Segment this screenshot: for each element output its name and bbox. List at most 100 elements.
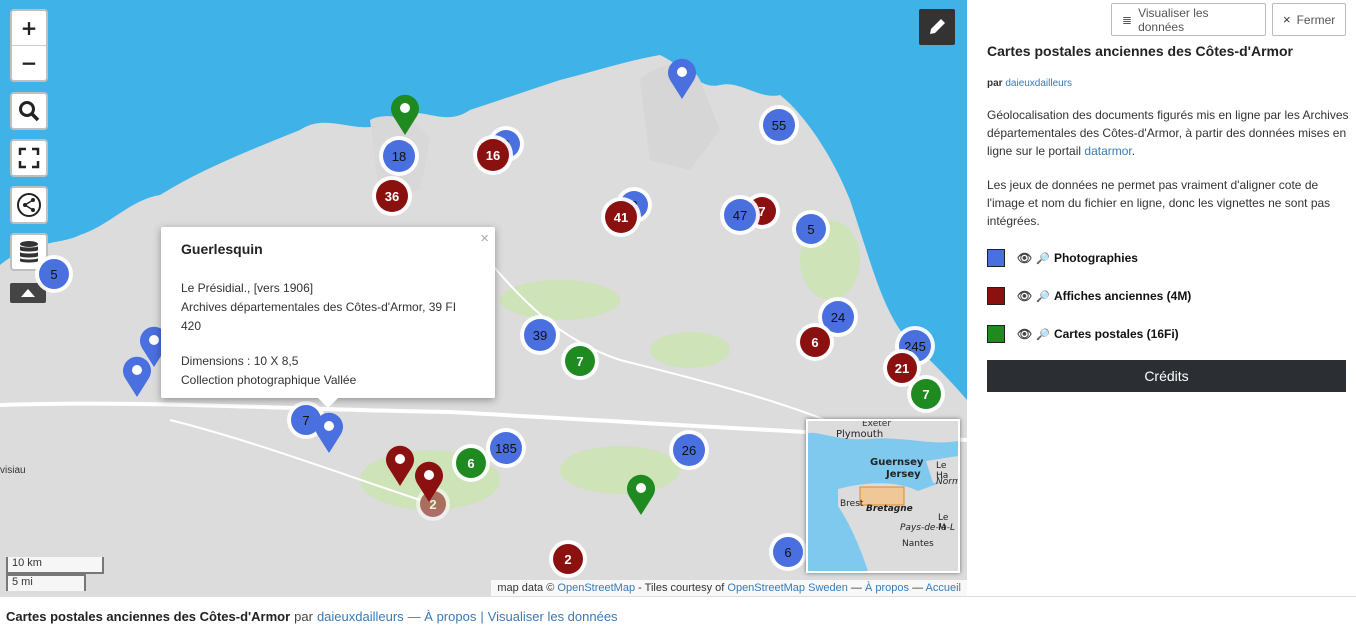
map-pin-blue[interactable] bbox=[314, 412, 344, 454]
cluster-marker[interactable]: 16 bbox=[477, 139, 509, 171]
close-label: Fermer bbox=[1296, 12, 1336, 27]
side-panel: ≣ Visualiser les données × Fermer Cartes… bbox=[967, 0, 1356, 596]
cluster-marker[interactable]: 7 bbox=[565, 346, 595, 376]
popup-title: Guerlesquin bbox=[181, 241, 263, 257]
zoom-in-button[interactable]: + bbox=[12, 11, 46, 46]
map[interactable]: + − 5 18 3 16 36 55 3 41 7 47 5 24 6 245… bbox=[0, 0, 967, 596]
footer-bar: Cartes postales anciennes des Côtes-d'Ar… bbox=[0, 596, 1356, 636]
footer-separator: | bbox=[480, 609, 484, 624]
cluster-marker[interactable]: 7 bbox=[911, 379, 941, 409]
pencil-icon bbox=[930, 19, 945, 34]
layer-swatch bbox=[987, 249, 1005, 267]
layer-swatch bbox=[987, 287, 1005, 305]
byline-prefix: par bbox=[987, 78, 1003, 89]
minimap-label: Exeter bbox=[862, 419, 892, 429]
footer-title: Cartes postales anciennes des Côtes-d'Ar… bbox=[6, 609, 291, 624]
cluster-marker[interactable]: 24 bbox=[822, 301, 854, 333]
map-pin-green[interactable] bbox=[626, 474, 656, 516]
minimap-label: Nantes bbox=[902, 539, 934, 549]
cluster-marker[interactable]: 5 bbox=[39, 259, 69, 289]
description-text: Géolocalisation des documents figurés mi… bbox=[987, 108, 1349, 158]
map-pin-blue[interactable] bbox=[667, 58, 697, 100]
minimap-label: Guernsey bbox=[870, 457, 924, 468]
zoom-to-layer-icon[interactable]: 🔎 bbox=[1036, 252, 1050, 265]
author-link[interactable]: daieuxdailleurs bbox=[1005, 78, 1072, 89]
eye-icon[interactable]: 👁 bbox=[1017, 327, 1032, 341]
layer-label: Photographies bbox=[1053, 251, 1138, 265]
view-data-button[interactable]: ≣ Visualiser les données bbox=[1111, 3, 1266, 36]
cluster-marker[interactable]: 18 bbox=[383, 140, 415, 172]
minimap-base bbox=[808, 421, 958, 571]
close-icon: × bbox=[1283, 12, 1291, 27]
footer-author-link[interactable]: daieuxdailleurs bbox=[317, 609, 404, 624]
attribution-separator: — bbox=[912, 582, 924, 594]
cluster-marker[interactable]: 39 bbox=[524, 319, 556, 351]
marker-popup: × Guerlesquin Le Présidial., [vers 1906]… bbox=[161, 227, 495, 408]
database-icon bbox=[20, 241, 38, 263]
cluster-marker[interactable]: 41 bbox=[605, 201, 637, 233]
cluster-marker[interactable]: 6 bbox=[456, 448, 486, 478]
fullscreen-icon bbox=[18, 147, 40, 169]
collapse-controls-button[interactable] bbox=[10, 283, 46, 303]
popup-close-button[interactable]: × bbox=[480, 230, 489, 247]
cluster-marker[interactable]: 21 bbox=[887, 353, 917, 383]
attribution-text: map data © bbox=[497, 582, 555, 594]
description-text: Les jeux de données ne permet pas vraime… bbox=[987, 178, 1331, 228]
osm-link[interactable]: OpenStreetMap bbox=[557, 582, 635, 594]
cluster-marker[interactable]: 5 bbox=[796, 214, 826, 244]
popup-line: Dimensions : 10 X 8,5 bbox=[181, 354, 299, 368]
close-panel-button[interactable]: × Fermer bbox=[1272, 3, 1346, 36]
map-pin-red[interactable] bbox=[414, 461, 444, 503]
scale-bar-km: 10 km bbox=[6, 557, 104, 574]
cluster-marker[interactable]: 26 bbox=[673, 434, 705, 466]
layer-item[interactable]: 👁 🔎 Affiches anciennes (4M) bbox=[987, 286, 1191, 306]
popup-line: Collection photographique Vallée bbox=[181, 373, 357, 387]
minimap-label: Pays-de-la-L bbox=[900, 523, 955, 533]
layer-label: Affiches anciennes (4M) bbox=[1053, 289, 1192, 303]
datarmor-link[interactable]: datarmor bbox=[1084, 144, 1131, 158]
eye-icon[interactable]: 👁 bbox=[1017, 251, 1032, 265]
table-icon: ≣ bbox=[1122, 12, 1133, 27]
panel-title: Cartes postales anciennes des Côtes-d'Ar… bbox=[987, 43, 1293, 59]
minimap-label: Brest bbox=[840, 499, 864, 509]
cluster-marker[interactable]: 6 bbox=[773, 537, 803, 567]
zoom-to-layer-icon[interactable]: 🔎 bbox=[1036, 328, 1050, 341]
share-icon bbox=[17, 193, 41, 217]
caret-up-icon bbox=[21, 289, 35, 297]
minimap[interactable]: Exeter Plymouth Guernsey Jersey Le Ha No… bbox=[806, 419, 960, 573]
layer-item[interactable]: 👁 🔎 Cartes postales (16Fi) bbox=[987, 324, 1179, 344]
zoom-to-layer-icon[interactable]: 🔎 bbox=[1036, 290, 1050, 303]
minimap-label: Norm bbox=[936, 477, 960, 487]
fullscreen-button[interactable] bbox=[10, 139, 48, 177]
cluster-marker[interactable]: 185 bbox=[490, 432, 522, 464]
cluster-marker[interactable]: 47 bbox=[724, 199, 756, 231]
footer-view-data-link[interactable]: Visualiser les données bbox=[488, 609, 618, 624]
attribution-separator: — bbox=[850, 582, 862, 594]
zoom-out-button[interactable]: − bbox=[12, 46, 46, 80]
map-pin-blue[interactable] bbox=[122, 356, 152, 398]
credits-button[interactable]: Crédits bbox=[987, 360, 1346, 392]
cluster-marker[interactable]: 55 bbox=[763, 109, 795, 141]
view-data-label: Visualiser les données bbox=[1138, 5, 1209, 34]
share-button[interactable] bbox=[10, 186, 48, 224]
minimap-label: Bretagne bbox=[866, 504, 913, 514]
cluster-marker[interactable]: 2 bbox=[553, 544, 583, 574]
cluster-marker[interactable]: 6 bbox=[800, 327, 830, 357]
eye-icon[interactable]: 👁 bbox=[1017, 289, 1032, 303]
edit-button[interactable] bbox=[919, 9, 955, 45]
zoom-control: + − bbox=[10, 9, 48, 82]
layer-swatch bbox=[987, 325, 1005, 343]
minimap-label: Plymouth bbox=[836, 429, 884, 440]
cluster-marker[interactable]: 36 bbox=[376, 180, 408, 212]
about-link[interactable]: À propos bbox=[865, 582, 909, 594]
footer-by: par bbox=[294, 609, 313, 624]
popup-line: Archives départementales des Côtes-d'Arm… bbox=[181, 300, 457, 333]
map-pin-red[interactable] bbox=[385, 445, 415, 487]
footer-about-link[interactable]: — À propos bbox=[408, 609, 477, 624]
town-label: visiau bbox=[0, 465, 26, 476]
search-button[interactable] bbox=[10, 92, 48, 130]
osm-sweden-link[interactable]: OpenStreetMap Sweden bbox=[727, 582, 847, 594]
home-link[interactable]: Accueil bbox=[926, 582, 961, 594]
layer-item[interactable]: 👁 🔎 Photographies bbox=[987, 248, 1138, 268]
map-pin-green[interactable] bbox=[390, 94, 420, 136]
